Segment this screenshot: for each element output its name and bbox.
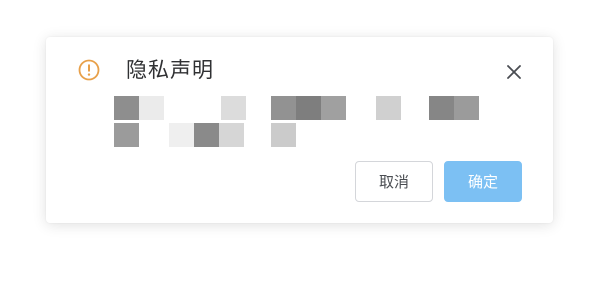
redacted-pixel — [321, 96, 346, 120]
redacted-pixel — [169, 123, 194, 147]
redacted-pixel — [114, 123, 139, 147]
warning-circle-icon — [78, 59, 100, 81]
redacted-pixel — [139, 96, 164, 120]
redacted-pixel — [271, 96, 296, 120]
privacy-dialog: 隐私声明 取消 确定 — [46, 37, 553, 223]
dialog-title: 隐私声明 — [126, 58, 214, 82]
redacted-pixel — [114, 96, 139, 120]
confirm-button[interactable]: 确定 — [444, 161, 522, 202]
redacted-pixel — [376, 96, 401, 120]
close-icon[interactable] — [504, 62, 524, 82]
redacted-pixel — [219, 123, 244, 147]
redacted-pixel — [221, 96, 246, 120]
redacted-pixel — [194, 123, 219, 147]
redacted-pixel — [454, 96, 479, 120]
redacted-pixel — [271, 123, 296, 147]
cancel-button[interactable]: 取消 — [355, 161, 433, 202]
redacted-pixel — [429, 96, 454, 120]
redacted-pixel — [296, 96, 321, 120]
